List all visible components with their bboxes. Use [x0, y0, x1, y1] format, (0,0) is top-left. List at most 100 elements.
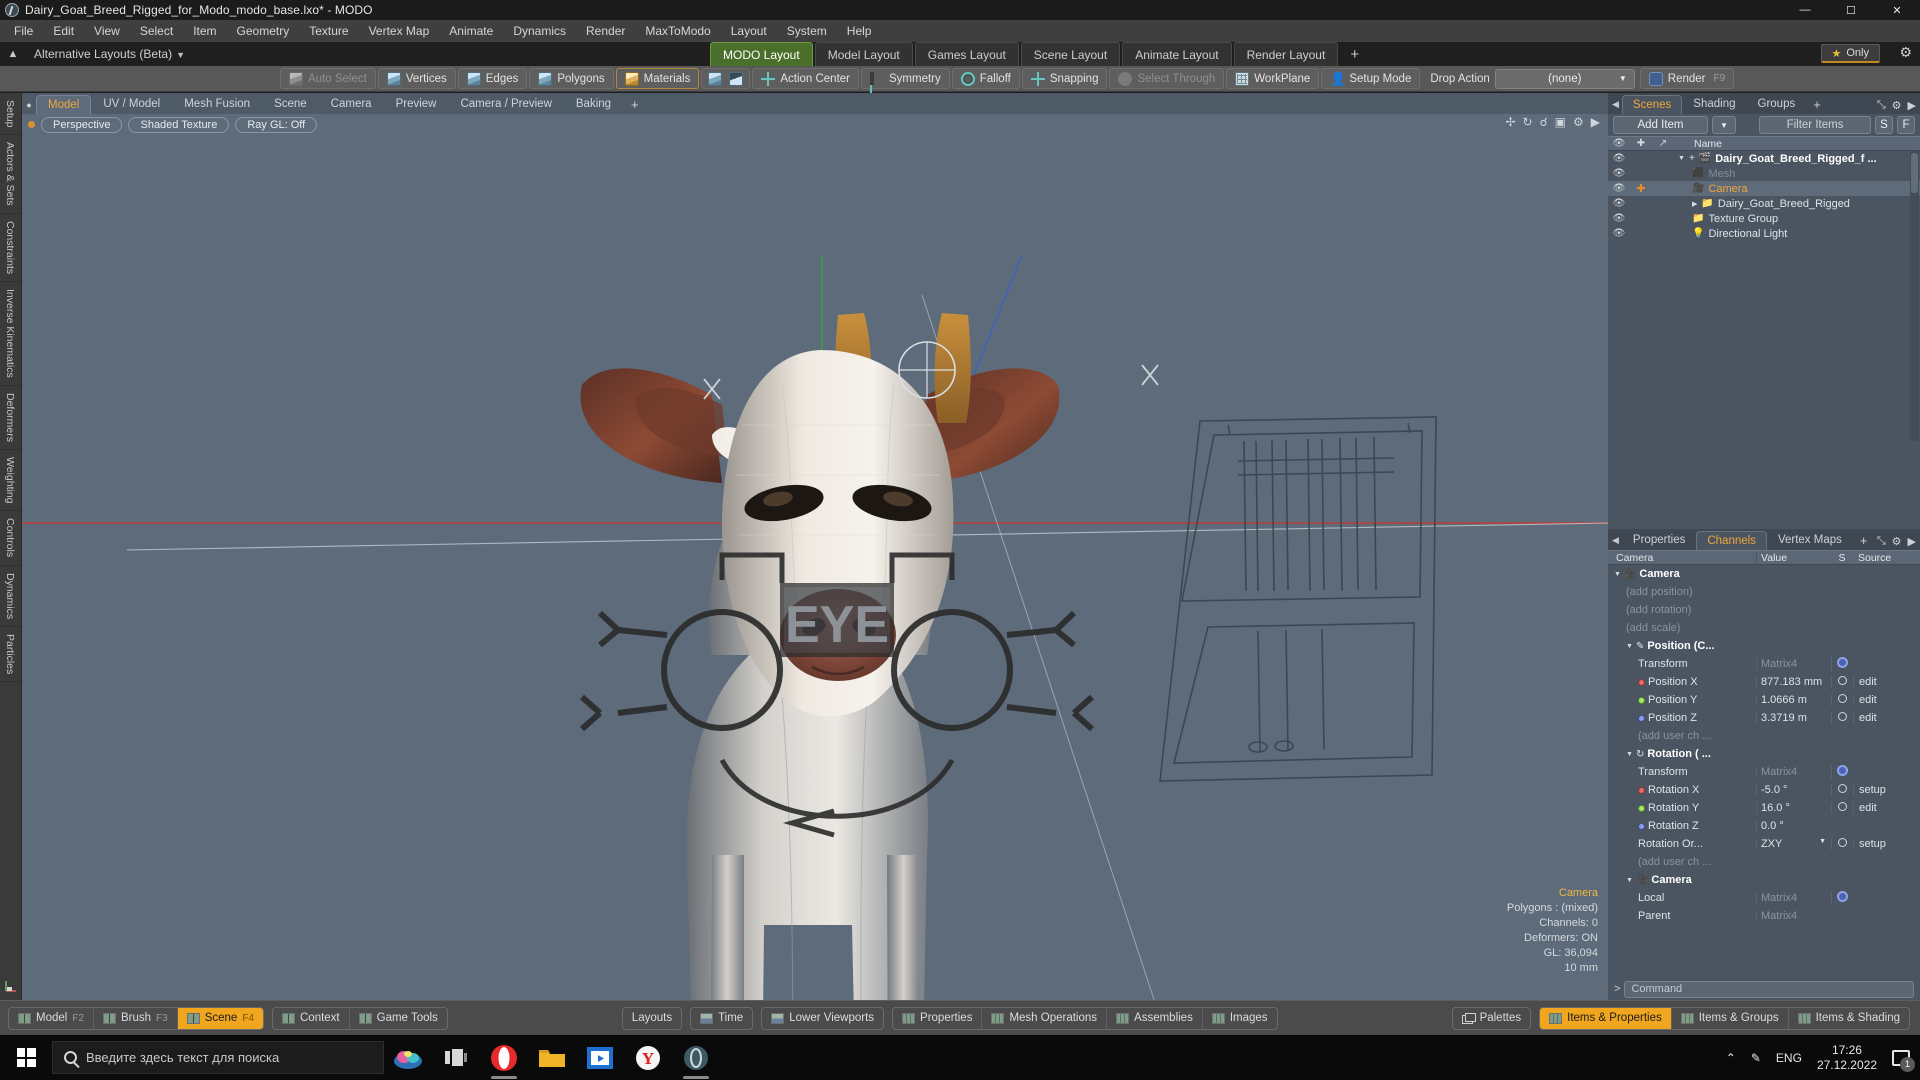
viewport-tab-camera-preview[interactable]: Camera / Preview: [448, 94, 563, 114]
bottom-button-assemblies[interactable]: Assemblies: [1107, 1008, 1203, 1029]
channel-row[interactable]: ▼↻Rotation ( ...: [1608, 745, 1920, 763]
layout-tab-scene-layout[interactable]: Scene Layout: [1021, 42, 1120, 66]
vertices-button[interactable]: Vertices: [378, 68, 456, 89]
channel-row[interactable]: ParentMatrix4: [1608, 907, 1920, 925]
menu-item-select[interactable]: Select: [130, 21, 183, 41]
eye-icon[interactable]: 👁: [1608, 183, 1630, 194]
selection-mode-icons[interactable]: [701, 68, 750, 89]
left-strip-deformers[interactable]: Deformers: [0, 386, 20, 450]
auto-select-button[interactable]: Auto Select: [280, 68, 376, 89]
bottom-button-game-tools[interactable]: Game Tools: [350, 1008, 447, 1029]
add-panel-tab-button[interactable]: +: [1806, 95, 1828, 114]
disclosure-triangle-icon[interactable]: ▼: [1626, 877, 1633, 884]
layout-tab-render-layout[interactable]: Render Layout: [1234, 42, 1339, 66]
menu-item-geometry[interactable]: Geometry: [227, 21, 300, 41]
channel-s-cell[interactable]: [1831, 802, 1853, 814]
menu-item-item[interactable]: Item: [183, 21, 226, 41]
static-toggle-icon[interactable]: [1838, 694, 1847, 703]
menu-item-help[interactable]: Help: [837, 21, 882, 41]
channel-value[interactable]: 16.0 °: [1756, 802, 1831, 814]
panel-more-icon[interactable]: ▶: [1908, 99, 1916, 112]
left-strip-particles[interactable]: Particles: [0, 627, 20, 682]
channel-value[interactable]: -5.0 °: [1756, 784, 1831, 796]
bottom-button-time[interactable]: Time: [691, 1008, 752, 1029]
channel-value[interactable]: Matrix4: [1756, 658, 1831, 670]
bottom-button-items-groups[interactable]: Items & Groups: [1672, 1008, 1789, 1029]
panel-expand-icon[interactable]: ⤡: [1877, 535, 1886, 548]
menu-item-layout[interactable]: Layout: [721, 21, 777, 41]
layout-tab-games-layout[interactable]: Games Layout: [915, 42, 1019, 66]
channel-s-cell[interactable]: [1831, 784, 1853, 796]
viewport-tab-model[interactable]: Model: [36, 95, 91, 114]
taskbar-icon-colorful[interactable]: [384, 1035, 432, 1080]
channel-source[interactable]: setup: [1853, 838, 1920, 850]
channel-source[interactable]: edit: [1853, 694, 1920, 706]
polygons-button[interactable]: Polygons: [529, 68, 613, 89]
eye-icon[interactable]: 👁: [1608, 213, 1630, 224]
taskbar-search-input[interactable]: Введите здесь текст для поиска: [52, 1041, 384, 1074]
add-item-button[interactable]: Add Item: [1613, 116, 1708, 134]
panel-gear-icon[interactable]: ⚙: [1892, 535, 1902, 548]
left-strip-actors-sets[interactable]: Actors & Sets: [0, 135, 20, 214]
taskbar-yandex-icon[interactable]: Y: [624, 1035, 672, 1080]
viewport-tab-mesh-fusion[interactable]: Mesh Fusion: [172, 94, 262, 114]
alternative-layouts-dropdown[interactable]: Alternative Layouts (Beta)▼: [26, 45, 193, 63]
3d-viewport-canvas[interactable]: EYE: [22, 135, 1608, 1000]
channel-row[interactable]: Rotation Y16.0 °edit: [1608, 799, 1920, 817]
eye-icon[interactable]: 👁: [1608, 153, 1630, 164]
channel-row[interactable]: Position Z3.3719 medit: [1608, 709, 1920, 727]
rotate-view-icon[interactable]: ↻: [1523, 115, 1533, 129]
channel-source[interactable]: edit: [1853, 676, 1920, 688]
only-button[interactable]: ★ Only: [1821, 44, 1881, 63]
panel-scroll-left-icon[interactable]: ◀: [1608, 96, 1622, 114]
tree-row[interactable]: 👁✚🎥Camera: [1608, 181, 1920, 196]
channel-row[interactable]: TransformMatrix4: [1608, 655, 1920, 673]
static-toggle-icon[interactable]: [1838, 802, 1847, 811]
viewport-menu-dot-icon[interactable]: ●: [22, 100, 36, 114]
left-strip-controls[interactable]: Controls: [0, 511, 20, 565]
move-view-icon[interactable]: ✢: [1505, 115, 1515, 129]
eye-icon[interactable]: 👁: [1608, 228, 1630, 239]
tree-item-label[interactable]: 📁Texture Group: [1674, 213, 1778, 225]
panel-tab-vertex-maps[interactable]: Vertex Maps: [1767, 530, 1853, 550]
center-mode-icon[interactable]: [729, 72, 743, 86]
chevron-down-icon[interactable]: ▼: [1819, 838, 1826, 845]
drop-action-select[interactable]: (none) ▼: [1495, 69, 1635, 89]
add-panel-tab-button[interactable]: +: [1853, 531, 1875, 550]
action-center-button[interactable]: Action Center: [752, 68, 859, 89]
channel-row[interactable]: Position Y1.0666 medit: [1608, 691, 1920, 709]
bottom-button-mesh-operations[interactable]: Mesh Operations: [982, 1008, 1107, 1029]
menu-item-system[interactable]: System: [777, 21, 837, 41]
menu-item-view[interactable]: View: [84, 21, 130, 41]
select-through-button[interactable]: Select Through: [1109, 68, 1224, 89]
notification-center-icon[interactable]: 1: [1892, 1050, 1910, 1066]
tree-scrollbar[interactable]: [1910, 151, 1919, 441]
channel-row[interactable]: LocalMatrix4: [1608, 889, 1920, 907]
tree-row[interactable]: 👁▼+🎬Dairy_Goat_Breed_Rigged_f ...: [1608, 151, 1920, 166]
viewport-tab-camera[interactable]: Camera: [319, 94, 384, 114]
start-button[interactable]: [0, 1035, 52, 1080]
bottom-button-items-properties[interactable]: Items & Properties: [1540, 1008, 1672, 1029]
gear-icon[interactable]: [1837, 657, 1848, 668]
left-strip-setup[interactable]: Setup: [0, 93, 20, 135]
disclosure-triangle-icon[interactable]: ▶: [1692, 200, 1697, 208]
bottom-button-layouts[interactable]: Layouts: [623, 1008, 681, 1029]
viewport-tab-baking[interactable]: Baking: [564, 94, 623, 114]
channel-value[interactable]: ZXY▼: [1756, 838, 1831, 850]
static-toggle-icon[interactable]: [1838, 712, 1847, 721]
channel-value[interactable]: 3.3719 m: [1756, 712, 1831, 724]
channel-source[interactable]: edit: [1853, 712, 1920, 724]
tree-row[interactable]: 👁 📁Texture Group: [1608, 211, 1920, 226]
channel-row[interactable]: ▼🎥Camera: [1608, 565, 1920, 583]
left-strip-dynamics[interactable]: Dynamics: [0, 566, 20, 627]
lock-toggle[interactable]: ✚: [1630, 182, 1652, 195]
channel-s-cell[interactable]: [1831, 694, 1853, 706]
tree-row[interactable]: 👁▶📁Dairy_Goat_Breed_Rigged: [1608, 196, 1920, 211]
taskbar-file-explorer-icon[interactable]: [528, 1035, 576, 1080]
taskbar-modo-icon[interactable]: [672, 1035, 720, 1080]
command-input[interactable]: Command: [1624, 981, 1914, 998]
channel-row[interactable]: ▼✎Position (C...: [1608, 637, 1920, 655]
minimize-button[interactable]: —: [1782, 0, 1828, 20]
symmetry-button[interactable]: Symmetry: [861, 68, 950, 89]
viewport-menu-dot-icon[interactable]: [28, 121, 35, 128]
